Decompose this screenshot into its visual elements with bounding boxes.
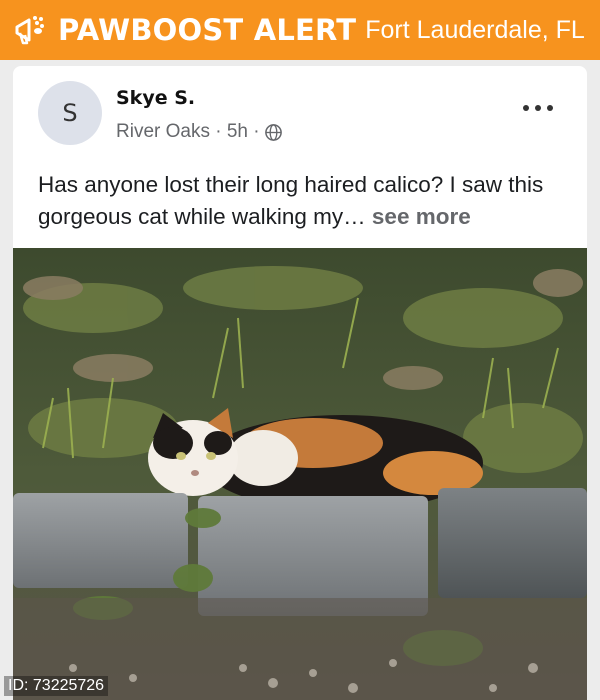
post-author[interactable]: Skye S. [116,87,195,109]
alert-location: Fort Lauderdale, FL [365,15,585,44]
social-post-card: S Skye S. River Oaks · 5h · Has anyone l… [13,66,587,700]
post-id-label: ID: 73225726 [4,676,109,696]
globe-icon [264,123,283,142]
more-options-icon[interactable] [523,102,553,114]
brand-title: PAWBOOST ALERT [58,13,357,47]
see-more-link[interactable]: see more [372,204,471,229]
megaphone-paw-icon [8,8,52,52]
post-meta: River Oaks · 5h · [116,121,283,143]
avatar[interactable]: S [38,81,102,145]
alert-banner: PAWBOOST ALERT Fort Lauderdale, FL [0,0,600,60]
post-caption: Has anyone lost their long haired calico… [38,169,573,233]
calico-cat-photo [13,248,587,700]
post-meta-text: River Oaks · 5h · [116,121,260,142]
